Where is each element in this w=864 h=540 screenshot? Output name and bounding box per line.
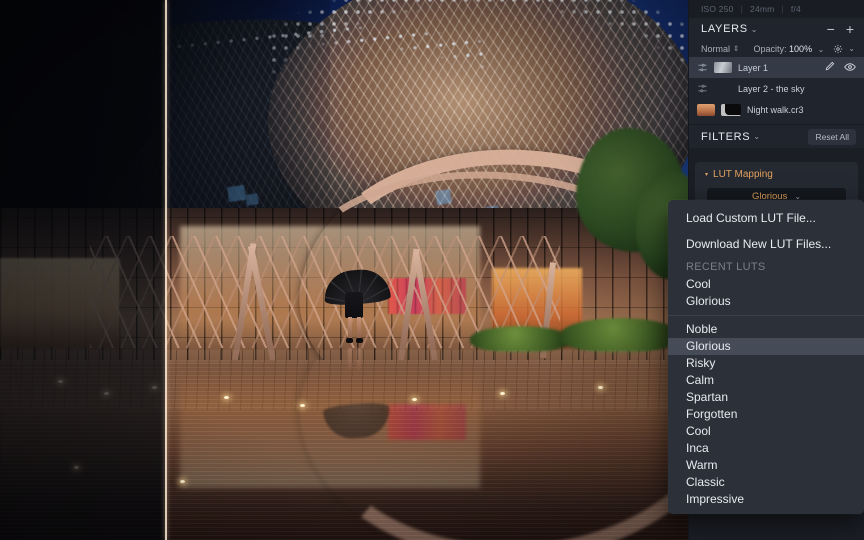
layer-photo-thumbnail[interactable] — [697, 103, 715, 116]
gear-icon[interactable]: ⌄ — [833, 44, 855, 54]
ground-light — [500, 392, 505, 395]
reset-all-button[interactable]: Reset All — [808, 128, 856, 145]
filters-title-group[interactable]: FILTERS ⌄ — [701, 131, 760, 143]
opacity-control[interactable]: Opacity: 100% ⌄ — [754, 44, 825, 54]
person-torso — [345, 292, 363, 318]
person-leg — [357, 317, 361, 339]
layers-panel-header: LAYERS ⌄ − + — [689, 18, 864, 40]
layers-header-buttons: − + — [827, 22, 854, 36]
layers-title-group[interactable]: LAYERS ⌄ — [701, 23, 758, 35]
menu-section-recent-luts: RECENT LUTS — [686, 260, 766, 273]
person-leg — [348, 317, 352, 339]
ground-light — [74, 466, 79, 469]
layer-row-tools — [824, 61, 856, 75]
remove-layer-button[interactable]: − — [827, 22, 835, 36]
menu-item-lut[interactable]: Impressive — [668, 491, 864, 508]
shrub — [560, 318, 680, 352]
menu-item-lut[interactable]: Calm — [668, 372, 864, 389]
menu-item-recent-lut[interactable]: Cool — [668, 276, 864, 293]
blend-mode-select[interactable]: Normal ⇕ — [701, 43, 739, 54]
layer-name: Night walk.cr3 — [747, 104, 804, 115]
lut-mapping-header[interactable]: ▾ LUT Mapping — [695, 169, 858, 188]
stepper-icon[interactable]: ⇕ — [733, 44, 739, 53]
opacity-group: Opacity: 100% ⌄ ⌄ — [754, 44, 855, 54]
person-shoe — [346, 338, 353, 343]
layer-row[interactable]: Night walk.cr3 — [689, 99, 864, 120]
filters-panel-header: FILTERS ⌄ Reset All — [689, 124, 864, 148]
person-leg-reflection — [348, 348, 352, 370]
menu-item-lut[interactable]: Spartan — [668, 389, 864, 406]
layer-row[interactable]: Layer 2 - the sky — [689, 78, 864, 99]
exif-info-bar: ISO 250 | 24mm | f/4 — [689, 0, 864, 18]
blend-mode-value: Normal — [701, 43, 731, 54]
menu-item-lut[interactable]: Risky — [668, 355, 864, 372]
menu-item-lut[interactable]: Warm — [668, 457, 864, 474]
menu-divider — [668, 315, 864, 316]
triangle-collapse-icon[interactable]: ▾ — [705, 171, 708, 178]
ground-light — [180, 480, 185, 483]
person-shoe — [356, 338, 363, 343]
image-canvas[interactable] — [0, 0, 688, 540]
exif-separator: | — [740, 4, 744, 14]
layer-mask-thumbnail[interactable] — [714, 62, 732, 73]
layer-name: Layer 2 - the sky — [738, 83, 805, 94]
brush-icon[interactable] — [824, 61, 835, 74]
opacity-value: 100% — [789, 43, 813, 54]
ground-light — [598, 386, 603, 389]
lut-preset-menu[interactable]: Load Custom LUT File... Download New LUT… — [668, 200, 864, 514]
layers-panel-title: LAYERS — [701, 23, 748, 35]
plaza-ripples — [0, 360, 688, 540]
application-window: ISO 250 | 24mm | f/4 LAYERS ⌄ − + Normal… — [0, 0, 864, 540]
photo-composite — [0, 0, 688, 540]
shrub — [470, 326, 570, 352]
ground-light — [300, 404, 305, 407]
add-layer-button[interactable]: + — [846, 22, 854, 36]
menu-item-load-custom-lut[interactable]: Load Custom LUT File... — [668, 205, 864, 231]
ground-light — [412, 398, 417, 401]
layer-row[interactable]: Layer 1 — [689, 57, 864, 78]
eye-icon[interactable] — [844, 61, 856, 75]
exif-aperture: f/4 — [790, 4, 801, 14]
lut-mapping-title: LUT Mapping — [713, 169, 773, 180]
adjustment-layer-icon — [697, 83, 708, 94]
menu-item-lut[interactable]: Cool — [668, 423, 864, 440]
exif-focal-length: 24mm — [750, 4, 775, 14]
chevron-down-icon[interactable]: ⌄ — [818, 45, 825, 54]
ground-light — [58, 380, 63, 383]
menu-item-lut[interactable]: Inca — [668, 440, 864, 457]
chevron-down-icon[interactable]: ⌄ — [753, 132, 760, 141]
ground-light — [224, 396, 229, 399]
adjustment-layer-icon — [697, 62, 708, 73]
dome-rim-lights-right — [268, 0, 688, 120]
layer-mask-thumbnail[interactable] — [721, 103, 741, 116]
person-leg-reflection — [357, 348, 361, 370]
opacity-label: Opacity: — [753, 43, 787, 54]
exif-iso: ISO 250 — [701, 4, 734, 14]
chevron-down-icon[interactable]: ⌄ — [848, 44, 855, 53]
blend-opacity-row: Normal ⇕ Opacity: 100% ⌄ ⌄ — [689, 40, 864, 57]
filters-panel-title: FILTERS — [701, 130, 751, 143]
menu-item-lut[interactable]: Noble — [668, 321, 864, 338]
menu-item-recent-lut[interactable]: Glorious — [668, 293, 864, 310]
before-after-split-handle[interactable] — [165, 0, 167, 540]
ground-light — [104, 392, 109, 395]
menu-item-lut-selected[interactable]: Glorious — [668, 338, 864, 355]
exif-separator: | — [781, 4, 784, 14]
menu-item-download-new-luts[interactable]: Download New LUT Files... — [668, 231, 864, 257]
layer-name: Layer 1 — [738, 62, 769, 73]
menu-item-lut[interactable]: Forgotten — [668, 406, 864, 423]
ground-light — [152, 386, 157, 389]
menu-item-lut[interactable]: Classic — [668, 474, 864, 491]
chevron-down-icon[interactable]: ⌄ — [751, 25, 758, 34]
